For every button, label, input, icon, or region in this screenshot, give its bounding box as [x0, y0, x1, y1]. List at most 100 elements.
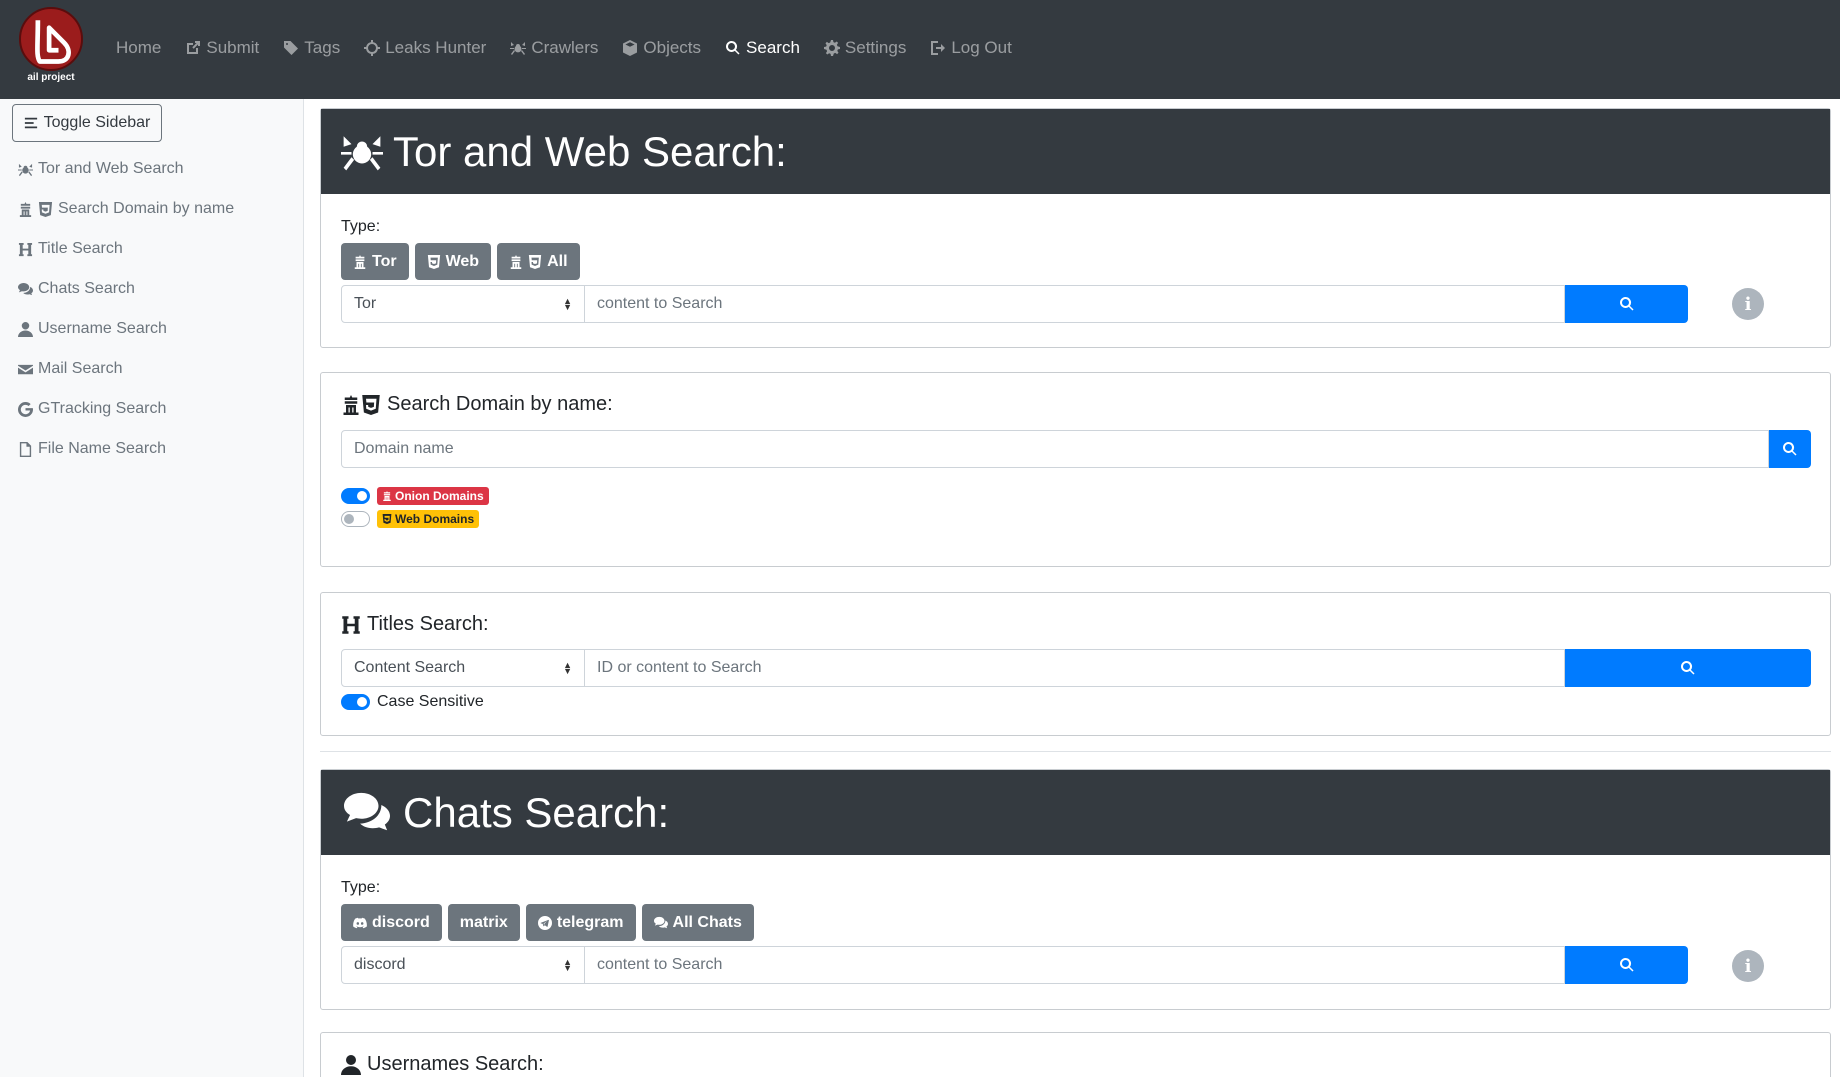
crosshairs-icon [364, 40, 380, 56]
nav-label: Leaks Hunter [385, 37, 487, 57]
sidebar-item-search-domain-by-name[interactable]: Search Domain by name [18, 189, 234, 229]
sidebar: Toggle Sidebar Tor and Web Search Search … [0, 99, 304, 1077]
sidebar-item-label: Search Domain by name [58, 200, 235, 217]
sidebar-item-mail-search[interactable]: Mail Search [18, 349, 234, 389]
domain-search-card: Search Domain by name: Domain name Onion… [320, 372, 1831, 567]
search-icon [1680, 660, 1696, 676]
nav-tags[interactable]: Tags [271, 38, 352, 58]
chats-type-buttons: discord matrix telegram All Chats [341, 904, 754, 941]
sidebar-item-tor-and-web-search[interactable]: Tor and Web Search [18, 149, 234, 189]
spider-icon [341, 131, 383, 173]
sign-out-icon [930, 40, 946, 56]
type-telegram-label: telegram [556, 913, 624, 931]
type-tor-button[interactable]: Tor [341, 243, 409, 280]
usernames-search-title: Usernames Search: [367, 1053, 544, 1075]
nav-home[interactable]: Home [104, 38, 173, 58]
search-icon [1619, 957, 1635, 973]
sidebar-item-label: Tor and Web Search [38, 160, 184, 177]
onion-icon [509, 255, 523, 269]
type-all-button[interactable]: All [497, 243, 580, 280]
titles-search-input[interactable]: ID or content to Search [585, 649, 1565, 687]
web-domains-toggle-row: Web Domains [341, 510, 480, 528]
onion-domains-switch[interactable] [341, 488, 370, 504]
nav-label: Objects [643, 37, 702, 57]
info-icon[interactable]: i [1732, 288, 1764, 320]
type-telegram-button[interactable]: telegram [525, 904, 636, 941]
tor-web-search-input[interactable]: content to Search [585, 285, 1565, 323]
type-tor-label: Tor [372, 252, 397, 270]
bars-icon [24, 116, 38, 130]
tor-web-type-select[interactable]: Tor ▲ ▼ [341, 285, 585, 323]
sidebar-item-gtracking-search[interactable]: GTracking Search [18, 389, 234, 429]
chats-type-select[interactable]: discord ▲ ▼ [341, 946, 585, 984]
search-icon [1782, 441, 1798, 457]
usernames-search-card: Usernames Search: [320, 1032, 1831, 1077]
toggle-sidebar-button[interactable]: Toggle Sidebar [12, 104, 162, 142]
case-sensitive-switch[interactable] [341, 694, 370, 710]
titles-search-card: Titles Search: Content Search ▲ ▼ ID or c… [320, 592, 1831, 736]
titles-search-select[interactable]: Content Search ▲ ▼ [341, 649, 585, 687]
type-discord-button[interactable]: discord [341, 904, 442, 941]
ail-logo[interactable]: ail project [18, 6, 84, 86]
domain-search-heading: Search Domain by name: [341, 393, 613, 416]
nav-crawlers[interactable]: Crawlers [498, 38, 610, 58]
titles-search-heading: Titles Search: [341, 613, 489, 636]
top-navbar: ail project Home Submit Tags Leaks Hunter Cr… [0, 0, 1840, 99]
nav-search[interactable]: Search [713, 38, 812, 58]
nav-label: Submit [206, 37, 260, 57]
html5-icon [528, 255, 542, 269]
chats-search-header: Chats Search: [321, 770, 1830, 855]
chats-select-value: discord [354, 956, 406, 973]
nav-log-out[interactable]: Log Out [918, 38, 1024, 58]
html5-icon [427, 255, 441, 269]
file-icon [18, 442, 33, 457]
info-icon[interactable]: i [1732, 950, 1764, 982]
discord-icon [353, 916, 367, 930]
nav-label: Settings [844, 37, 907, 57]
select-arrows-icon: ▲ ▼ [563, 296, 572, 312]
logo-mark-icon [35, 20, 71, 64]
web-domains-label: Web Domains [395, 512, 475, 526]
type-web-button[interactable]: Web [414, 243, 492, 280]
tor-web-search-card: Tor and Web Search: Type: Tor Web All To… [320, 108, 1831, 348]
domain-name-input[interactable]: Domain name [341, 430, 1769, 468]
toggle-sidebar-label: Toggle Sidebar [43, 114, 151, 131]
type-matrix-button[interactable]: matrix [447, 904, 520, 941]
envelope-icon [18, 362, 33, 377]
chats-search-button[interactable] [1565, 946, 1688, 984]
sidebar-item-chats-search[interactable]: Chats Search [18, 269, 234, 309]
domain-search-button[interactable] [1769, 430, 1811, 468]
chats-search-input[interactable]: content to Search [585, 946, 1565, 984]
nav-leaks-hunter[interactable]: Leaks Hunter [352, 38, 498, 58]
chats-type-label: Type: [341, 879, 381, 896]
search-icon [1619, 296, 1635, 312]
titles-search-button[interactable] [1565, 649, 1811, 687]
heading-icon [341, 615, 361, 635]
nav-submit[interactable]: Submit [173, 38, 271, 58]
type-all-chats-button[interactable]: All Chats [641, 904, 754, 941]
nav-label: Tags [304, 37, 341, 57]
tor-web-search-button[interactable] [1565, 285, 1688, 323]
nav-settings[interactable]: Settings [812, 38, 918, 58]
heading-icon [18, 242, 33, 257]
tor-web-search-header: Tor and Web Search: [321, 109, 1830, 194]
sidebar-item-label: Title Search [38, 240, 123, 257]
sidebar-item-username-search[interactable]: Username Search [18, 309, 234, 349]
case-sensitive-label: Case Sensitive [377, 693, 484, 710]
sidebar-item-title-search[interactable]: Title Search [18, 229, 234, 269]
select-arrows-icon: ▲ ▼ [563, 957, 572, 973]
sidebar-item-label: Mail Search [38, 360, 123, 377]
onion-icon [18, 202, 33, 217]
domain-search-title: Search Domain by name: [387, 393, 613, 415]
spider-icon [510, 40, 526, 56]
type-all-label: All [547, 252, 568, 270]
nav-objects[interactable]: Objects [610, 38, 713, 58]
google-icon [18, 402, 33, 417]
tor-web-select-value: Tor [354, 295, 377, 312]
html5-icon [38, 202, 53, 217]
web-domains-switch[interactable] [341, 511, 370, 527]
external-link-icon [185, 40, 201, 56]
sidebar-item-file-name-search[interactable]: File Name Search [18, 429, 234, 469]
nav-label: Crawlers [531, 37, 599, 57]
logo-emblem [19, 7, 83, 71]
